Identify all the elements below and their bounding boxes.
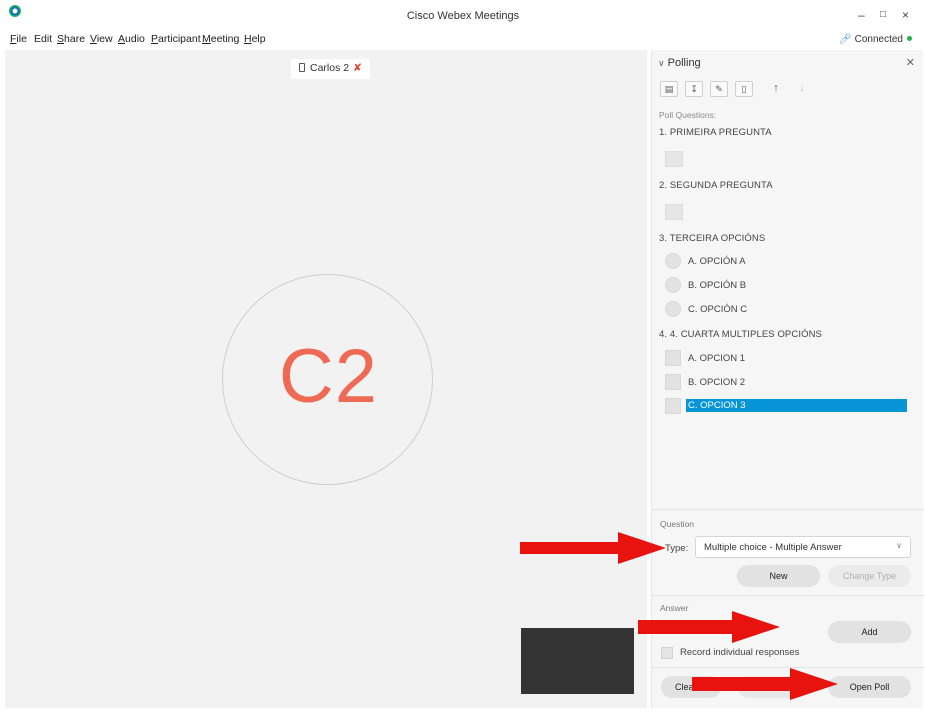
poll-option[interactable]: A. OPCIÓN A (688, 256, 746, 267)
move-up-icon[interactable]: ↑ (767, 81, 785, 97)
participant-avatar: C2 (222, 274, 433, 485)
menu-participant[interactable]: Participant (151, 33, 201, 45)
poll-question[interactable]: 1. PRIMEIRA PREGUNTA (659, 127, 772, 138)
menu-bar: File Edit Share View Audio Participant M… (0, 30, 926, 48)
checkbox[interactable] (665, 374, 681, 390)
new-question-button[interactable]: New (737, 565, 820, 587)
poll-option[interactable]: A. OPCION 1 (688, 353, 745, 364)
connection-status[interactable]: 🎤︎ Connected (839, 34, 912, 45)
window-title: Cisco Webex Meetings (406, 10, 520, 22)
poll-question[interactable]: 3. TERCEIRA OPCIÓNS (659, 233, 765, 244)
chevron-down-icon: ∨ (896, 541, 902, 550)
menu-view[interactable]: View (90, 33, 113, 45)
self-video-thumbnail[interactable] (521, 628, 634, 694)
avatar-initials: C2 (278, 334, 379, 419)
menu-meeting[interactable]: Meeting (202, 33, 239, 45)
save-icon[interactable]: ↧ (685, 81, 703, 97)
divider (652, 595, 924, 596)
question-type-value: Multiple choice - Multiple Answer (704, 542, 842, 553)
question-section-label: Question (660, 519, 695, 529)
video-stage: Carlos 2 ✘ C2 (5, 50, 647, 708)
annotation-arrow-icon (638, 611, 780, 643)
microphone-icon: 🎤︎ (838, 34, 852, 45)
poll-option[interactable]: B. OPCIÓN B (688, 280, 746, 291)
poll-question[interactable]: 4. 4. CUARTA MULTIPLES OPCIÓNS (659, 329, 822, 340)
record-responses-checkbox[interactable] (661, 647, 673, 659)
menu-file[interactable]: File (10, 33, 27, 45)
edit-icon[interactable]: ✎ (710, 81, 728, 97)
open-poll-button[interactable]: Open Poll (828, 676, 911, 698)
annotation-arrow-icon (692, 668, 838, 700)
question-type-select[interactable]: Multiple choice - Multiple Answer ∨ (695, 536, 911, 558)
polling-title: Polling (667, 57, 701, 69)
poll-option[interactable]: B. OPCION 2 (688, 377, 745, 388)
participant-name: Carlos 2 (310, 62, 350, 74)
delete-icon[interactable]: ▯ (735, 81, 753, 97)
status-dot-icon (907, 36, 912, 41)
annotation-arrow-icon (520, 532, 666, 564)
poll-question[interactable]: 2. SEGUNDA PREGUNTA (659, 180, 773, 191)
change-type-button[interactable]: Change Type (828, 565, 911, 587)
type-label: Type: (665, 543, 689, 554)
participant-name-tag: Carlos 2 ✘ (291, 59, 370, 79)
poll-option-selected[interactable]: C. OPCION 3 (686, 399, 907, 412)
polling-close-icon[interactable]: ✕ (906, 56, 915, 69)
minimize-button[interactable]: – (858, 8, 865, 22)
poll-option[interactable]: C. OPCIÓN C (688, 304, 747, 315)
move-down-icon[interactable]: ↓ (793, 81, 811, 97)
menu-share[interactable]: Share (57, 33, 85, 45)
radio-button[interactable] (665, 301, 681, 317)
menu-edit[interactable]: Edit (34, 33, 52, 45)
add-answer-button[interactable]: Add (828, 621, 911, 643)
menu-help[interactable]: Help (244, 33, 266, 45)
radio-button[interactable] (665, 277, 681, 293)
mobile-device-icon (299, 63, 305, 72)
text-answer-placeholder (665, 151, 683, 167)
text-answer-placeholder (665, 204, 683, 220)
close-button[interactable]: × (902, 8, 909, 22)
connection-status-label: Connected (854, 34, 903, 45)
poll-questions-label: Poll Questions: (659, 110, 717, 120)
polling-header[interactable]: ∨ Polling (658, 57, 701, 69)
muted-mic-icon: ✘ (353, 62, 362, 74)
title-bar: Cisco Webex Meetings – □ × (0, 0, 926, 30)
record-responses-label: Record individual responses (680, 647, 800, 658)
open-icon[interactable]: ▤ (660, 81, 678, 97)
divider (652, 509, 924, 510)
chevron-down-icon: ∨ (658, 58, 665, 68)
restore-button[interactable]: □ (880, 9, 886, 20)
menu-audio[interactable]: Audio (118, 33, 145, 45)
checkbox[interactable] (665, 398, 681, 414)
radio-button[interactable] (665, 253, 681, 269)
checkbox[interactable] (665, 350, 681, 366)
